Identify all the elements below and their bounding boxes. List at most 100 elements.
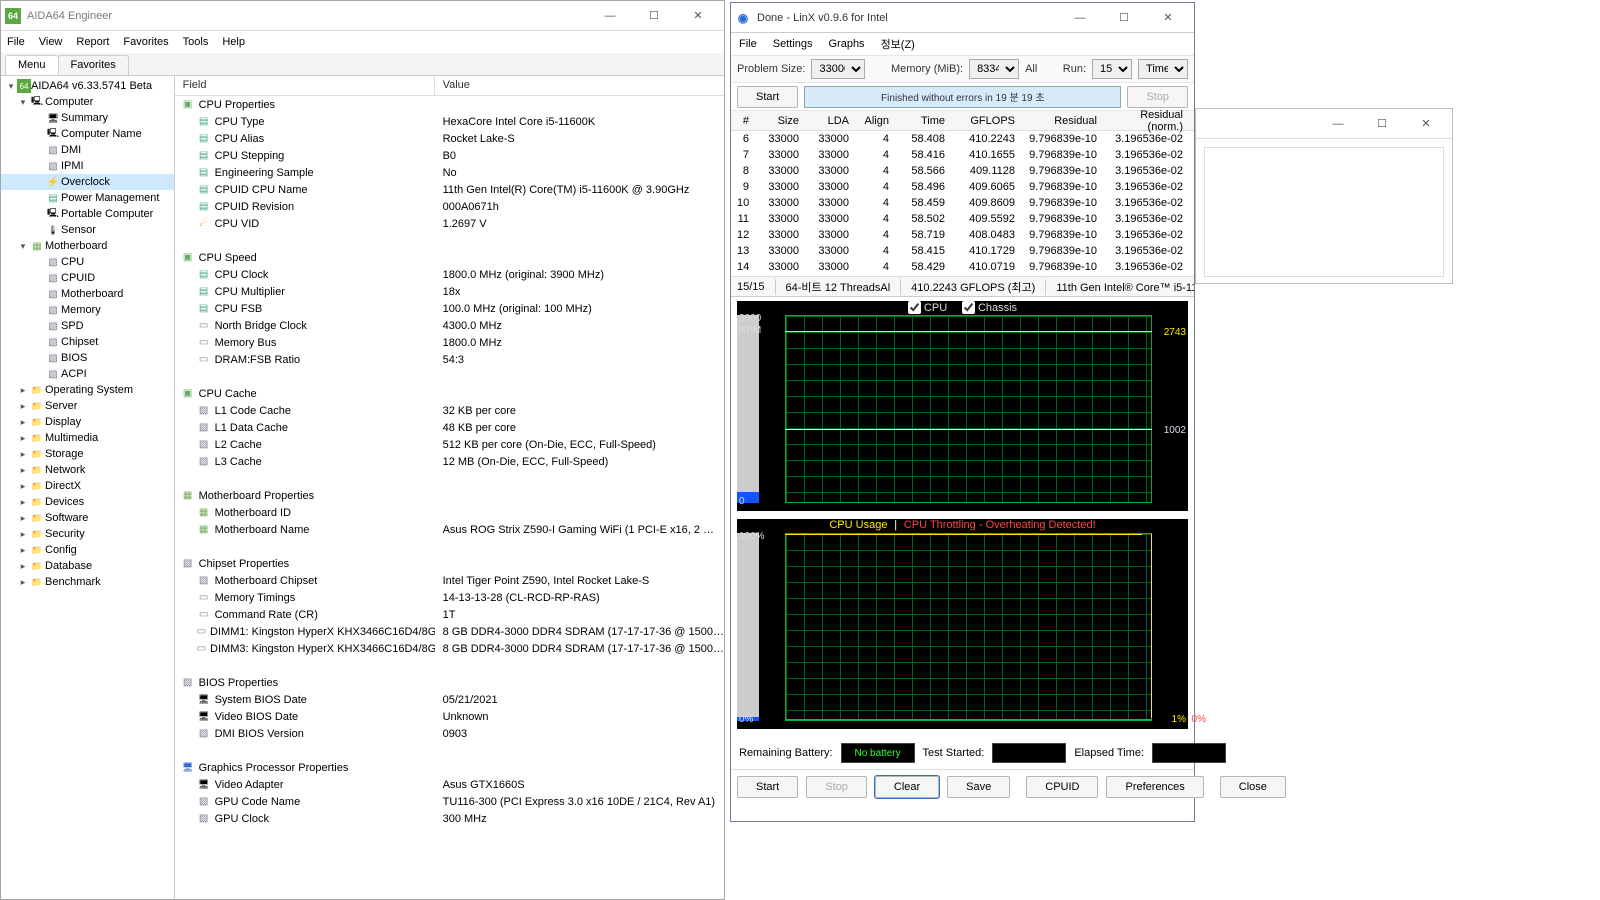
tree-summary[interactable]: Summary: [1, 110, 174, 126]
prop-row[interactable]: CPU Clock1800.0 MHz (original: 3900 MHz): [175, 266, 724, 283]
menu-report[interactable]: Report: [76, 36, 109, 48]
tree-sensor[interactable]: Sensor: [1, 222, 174, 238]
all-label[interactable]: All: [1025, 63, 1037, 75]
result-row[interactable]: 73300033000458.416410.16559.796839e-103.…: [731, 147, 1194, 163]
tree-dmi[interactable]: DMI: [1, 142, 174, 158]
memory-select[interactable]: 8334: [969, 59, 1019, 79]
col-value[interactable]: Value: [435, 76, 724, 95]
problem-size-select[interactable]: 33000: [811, 59, 865, 79]
menu-favorites[interactable]: Favorites: [123, 36, 168, 48]
close-button-dlg[interactable]: Close: [1220, 776, 1286, 798]
prop-row[interactable]: Engineering SampleNo: [175, 164, 724, 181]
ghost-maximize[interactable]: ☐: [1360, 109, 1404, 138]
legend-cpu-check[interactable]: [908, 301, 921, 314]
prop-row[interactable]: GPU Code NameTU116-300 (PCI Express 3.0 …: [175, 793, 724, 810]
prop-row[interactable]: Motherboard NameAsus ROG Strix Z590-I Ga…: [175, 521, 724, 538]
th-time[interactable]: Time: [895, 115, 951, 127]
tree-power-management[interactable]: Power Management: [1, 190, 174, 206]
prop-row[interactable]: CPU AliasRocket Lake-S: [175, 130, 724, 147]
tab-favorites[interactable]: Favorites: [58, 55, 129, 75]
tree-benchmark[interactable]: ▸Benchmark: [1, 574, 174, 590]
result-row[interactable]: 143300033000458.429410.07199.796839e-103…: [731, 259, 1194, 275]
prop-row[interactable]: CPUID Revision000A0671h: [175, 198, 724, 215]
tree-chipset[interactable]: Chipset: [1, 334, 174, 350]
property-list[interactable]: CPU PropertiesCPU TypeHexaCore Intel Cor…: [175, 96, 724, 899]
tree-overclock[interactable]: Overclock: [1, 174, 174, 190]
tree-cpu[interactable]: CPU: [1, 254, 174, 270]
prop-row[interactable]: CPU TypeHexaCore Intel Core i5-11600K: [175, 113, 724, 130]
tree-server[interactable]: ▸Server: [1, 398, 174, 414]
result-row[interactable]: 103300033000458.459409.86099.796839e-103…: [731, 195, 1194, 211]
tree-directx[interactable]: ▸DirectX: [1, 478, 174, 494]
th-resn[interactable]: Residual (norm.): [1103, 109, 1189, 133]
th-lda[interactable]: LDA: [805, 115, 855, 127]
times-select[interactable]: Times: [1138, 59, 1188, 79]
column-headers[interactable]: Field Value: [175, 76, 724, 96]
tree-devices[interactable]: ▸Devices: [1, 494, 174, 510]
tree-security[interactable]: ▸Security: [1, 526, 174, 542]
tree-software[interactable]: ▸Software: [1, 510, 174, 526]
tree-computer[interactable]: ▾Computer: [1, 94, 174, 110]
tree-portable-computer[interactable]: Portable Computer: [1, 206, 174, 222]
prop-row[interactable]: Motherboard ID: [175, 504, 724, 521]
linx-start-top[interactable]: Start: [737, 86, 798, 108]
tree-operating-system[interactable]: ▸Operating System: [1, 382, 174, 398]
clear-button[interactable]: Clear: [875, 776, 939, 798]
ghost-minimize[interactable]: —: [1316, 109, 1360, 138]
menu-tools[interactable]: Tools: [183, 36, 209, 48]
prop-row[interactable]: DIMM1: Kingston HyperX KHX3466C16D4/8GX8…: [175, 623, 724, 640]
prop-row[interactable]: L3 Cache12 MB (On-Die, ECC, Full-Speed): [175, 453, 724, 470]
linx-menu-graphs[interactable]: Graphs: [828, 38, 864, 50]
prop-row[interactable]: CPUID CPU Name11th Gen Intel(R) Core(TM)…: [175, 181, 724, 198]
menu-help[interactable]: Help: [222, 36, 245, 48]
prop-row[interactable]: DIMM3: Kingston HyperX KHX3466C16D4/8GX8…: [175, 640, 724, 657]
tab-menu[interactable]: Menu: [5, 55, 59, 75]
linx-maximize[interactable]: ☐: [1102, 3, 1146, 32]
result-row[interactable]: 133300033000458.415410.17299.796839e-103…: [731, 243, 1194, 259]
linx-menu-정보(z)[interactable]: 정보(Z): [881, 36, 915, 52]
tree-motherboard[interactable]: Motherboard: [1, 286, 174, 302]
maximize-button[interactable]: ☐: [632, 1, 676, 30]
tree-memory[interactable]: Memory: [1, 302, 174, 318]
result-row[interactable]: 63300033000458.408410.22439.796839e-103.…: [731, 131, 1194, 147]
tree-config[interactable]: ▸Config: [1, 542, 174, 558]
tree-spd[interactable]: SPD: [1, 318, 174, 334]
tree-computer-name[interactable]: Computer Name: [1, 126, 174, 142]
preferences-button[interactable]: Preferences: [1106, 776, 1203, 798]
col-field[interactable]: Field: [175, 76, 435, 95]
close-button[interactable]: ✕: [676, 1, 720, 30]
linx-menu-settings[interactable]: Settings: [773, 38, 813, 50]
prop-row[interactable]: L2 Cache512 KB per core (On-Die, ECC, Fu…: [175, 436, 724, 453]
prop-row[interactable]: L1 Data Cache48 KB per core: [175, 419, 724, 436]
linx-minimize[interactable]: —: [1058, 3, 1102, 32]
prop-row[interactable]: Command Rate (CR)1T: [175, 606, 724, 623]
linx-titlebar[interactable]: ◉ Done - LinX v0.9.6 for Intel — ☐ ✕: [731, 3, 1194, 33]
prop-row[interactable]: CPU SteppingB0: [175, 147, 724, 164]
save-button[interactable]: Save: [947, 776, 1010, 798]
result-row[interactable]: 83300033000458.566409.11289.796839e-103.…: [731, 163, 1194, 179]
tree-multimedia[interactable]: ▸Multimedia: [1, 430, 174, 446]
th-res[interactable]: Residual: [1021, 115, 1103, 127]
prop-row[interactable]: Motherboard ChipsetIntel Tiger Point Z59…: [175, 572, 724, 589]
tree-database[interactable]: ▸Database: [1, 558, 174, 574]
prop-row[interactable]: Video AdapterAsus GTX1660S: [175, 776, 724, 793]
ghost-close[interactable]: ✕: [1404, 109, 1448, 138]
cpuid-button[interactable]: CPUID: [1026, 776, 1098, 798]
menu-view[interactable]: View: [39, 36, 63, 48]
tree-acpi[interactable]: ACPI: [1, 366, 174, 382]
prop-row[interactable]: L1 Code Cache32 KB per core: [175, 402, 724, 419]
prop-row[interactable]: System BIOS Date05/21/2021: [175, 691, 724, 708]
prop-row[interactable]: CPU FSB100.0 MHz (original: 100 MHz): [175, 300, 724, 317]
linx-menu-file[interactable]: File: [739, 38, 757, 50]
th-size[interactable]: Size: [755, 115, 805, 127]
tree-storage[interactable]: ▸Storage: [1, 446, 174, 462]
th-n[interactable]: #: [731, 115, 755, 127]
prop-row[interactable]: Video BIOS DateUnknown: [175, 708, 724, 725]
prop-row[interactable]: CPU VID1.2697 V: [175, 215, 724, 232]
linx-close[interactable]: ✕: [1146, 3, 1190, 32]
linx-thead[interactable]: # Size LDA Align Time GFLOPS Residual Re…: [731, 111, 1194, 131]
tree-display[interactable]: ▸Display: [1, 414, 174, 430]
tree-bios[interactable]: BIOS: [1, 350, 174, 366]
prop-row[interactable]: Memory Bus1800.0 MHz: [175, 334, 724, 351]
minimize-button[interactable]: —: [588, 1, 632, 30]
